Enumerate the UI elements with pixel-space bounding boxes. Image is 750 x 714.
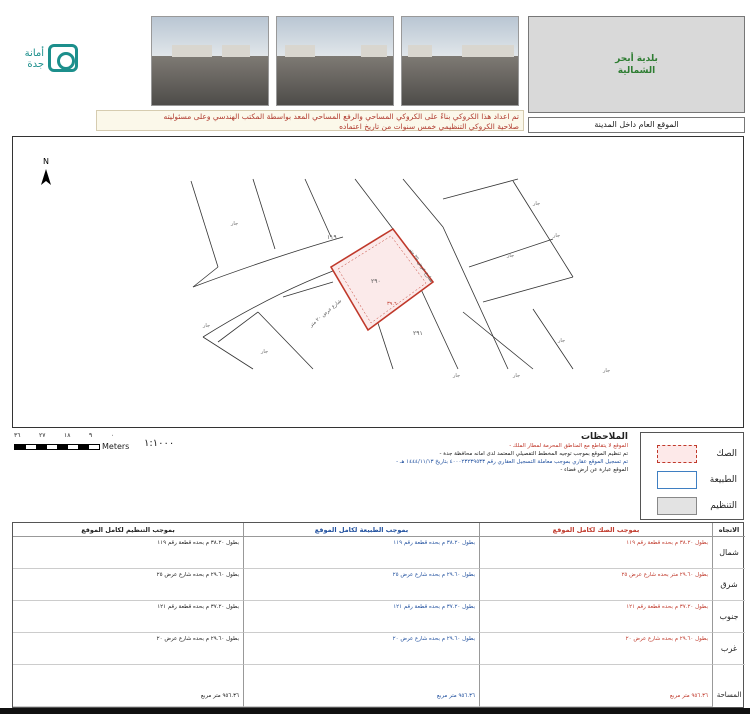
notes-title: الملاحظات [580, 432, 628, 442]
bottom-strip [0, 708, 750, 714]
header-plan: بموجب التنظيم لكامل الموقع [13, 523, 244, 537]
nature-swatch [657, 471, 697, 489]
scale-tick: ١٨ [63, 432, 71, 439]
street-label-west: شارع عرض ٢٠ متر [308, 298, 343, 329]
neighbor-plot-south: ٢٩١ [413, 330, 423, 337]
municipality-name: بلدية أبحر [615, 53, 658, 64]
neighbor-label-1: جار [230, 221, 238, 227]
notice-line-2: صلاحية الكروكي التنظيمي خمس سنوات من تار… [339, 121, 519, 131]
row-east-deed: بطول ٢٩.٦٠ متر بحده شارع عرض ٢٥ [480, 569, 713, 601]
legend-item-nature: الطبيعة [657, 471, 737, 489]
legend-label-deed: الصك [716, 449, 737, 459]
row-south-deed: بطول ٣٧.٢٠ م بحده قطعة رقم ١٢١ [480, 601, 713, 633]
row-north-nature: بطول ٣٨.٢٠ م بحده قطعة رقم ١١٩ [244, 537, 480, 569]
legend-label-nature: الطبيعة [709, 475, 737, 485]
neighbor-label-6: جار [602, 368, 610, 374]
jeddah-municipality-logo: أمانة جدة [16, 44, 78, 78]
row-north-deed: بطول ٣٨.٢٠ م بحده قطعة رقم ١١٩ [480, 537, 713, 569]
neighbor-label-7: جار [260, 349, 268, 355]
scale-area: ٣٦ ٢٧ ١٨ ٩ ٠ Meters ١:١٠٠٠ [12, 432, 220, 520]
deed-swatch [657, 445, 697, 463]
neighbor-label-5: جار [557, 338, 565, 344]
legend-label-plan: التنظيم [710, 501, 737, 511]
municipality-box: بلدية أبحر الشمالية [528, 16, 745, 113]
municipality-region: الشمالية [617, 65, 656, 76]
location-label: الموقع العام داخل المدينة [528, 117, 745, 133]
north-arrow-icon: N [41, 157, 51, 185]
neighbor-plot-north: ١١٩ [327, 234, 337, 241]
scale-tick: ٠ [110, 432, 114, 439]
row-east-plan: بطول ٢٩.٦٠ م بحده شارع عرض ٢٥ [13, 569, 244, 601]
note-line: - تم تنظيم الموقع بموجب توجيه المخطط الت… [439, 451, 628, 457]
neighbor-label-10: جار [512, 373, 520, 379]
legend: الصك الطبيعة التنظيم [640, 432, 744, 520]
plot-number: ٢٩٠ [371, 278, 381, 285]
site-photo-1 [151, 16, 269, 106]
plan-swatch [657, 497, 697, 515]
row-north-plan: بطول ٣٨.٢٠ م بحده قطعة رقم ١١٩ [13, 537, 244, 569]
row-north-direction: شمال [713, 537, 745, 569]
scale-tick: ٩ [88, 432, 93, 439]
row-south-direction: جنوب [713, 601, 745, 633]
plot-map: N ٢٩٠ ٣٩.٦٠ ١١٩ ٢٩١ شارع عرض ٢٥ متر شارع… [12, 136, 744, 428]
area-plan: ٩٥٦.٣٦ متر مربع [13, 665, 244, 707]
scale-unit: Meters [102, 442, 130, 451]
row-west-direction: غرب [713, 633, 745, 665]
neighbor-label-4: جار [552, 233, 560, 239]
disclaimer-notice: تم اعداد هذا الكروكي بناءً على الكروكي ا… [96, 110, 524, 131]
legend-item-plan: التنظيم [657, 497, 737, 515]
header-nature: بموجب الطبيعة لكامل الموقع [244, 523, 480, 537]
note-line: - تم تسجيل الموقع عقاري بموجب معاملة الت… [396, 459, 628, 465]
notes-section: الملاحظات - الموقع لا يتقاطع مع المناطق … [380, 432, 636, 520]
legend-item-deed: الصك [657, 445, 737, 463]
logo-text: أمانة جدة [24, 48, 44, 70]
logo-mark-icon [48, 44, 78, 72]
boundaries-table: بموجب التنظيم لكامل الموقع بموجب الطبيعة… [12, 522, 745, 708]
scale-ratio: ١:١٠٠٠ [144, 438, 175, 449]
row-south-nature: بطول ٣٧.٢٠ م بحده قطعة رقم ١٢١ [244, 601, 480, 633]
survey-sketch-page: أمانة جدة بلدية أبحر الشمالية تم اعداد ه… [0, 0, 750, 714]
area-deed: ٩٥٦.٣٦ متر مربع [480, 665, 713, 707]
north-label: N [43, 157, 49, 166]
site-photo-3 [401, 16, 519, 106]
site-photo-2 [276, 16, 394, 106]
area-nature: ٩٥٦.٣٦ متر مربع [244, 665, 480, 707]
note-line: - الموقع عبارة عن أرض فضاء [560, 467, 628, 473]
row-east-direction: شرق [713, 569, 745, 601]
row-west-nature: بطول ٢٩.٦٠ م بحده شارع عرض ٢٠ [244, 633, 480, 665]
header-direction: الاتجاه [713, 523, 745, 537]
scale-tick: ٢٧ [38, 432, 46, 439]
neighbor-label-2: جار [532, 201, 540, 207]
plot-map-drawing: N ٢٩٠ ٣٩.٦٠ ١١٩ ٢٩١ شارع عرض ٢٥ متر شارع… [41, 157, 610, 379]
scale-tick: ٣٦ [14, 432, 21, 439]
row-east-nature: بطول ٢٩.٦٠ م بحده شارع عرض ٢٥ [244, 569, 480, 601]
row-south-plan: بطول ٣٧.٢٠ م بحده قطعة رقم ١٢١ [13, 601, 244, 633]
header-deed: بموجب الصك لكامل الموقع [480, 523, 713, 537]
row-west-deed: بطول ٢٩.٦٠ م بحده شارع عرض ٢٠ [480, 633, 713, 665]
neighbor-label-3: جار [506, 253, 514, 259]
neighbor-label-8: جار [202, 323, 210, 329]
note-line: - الموقع لا يتقاطع مع المناطق المحرمة لم… [509, 443, 628, 449]
notice-line-1: تم اعداد هذا الكروكي بناءً على الكروكي ا… [163, 112, 519, 121]
scale-bar [14, 444, 100, 450]
subject-plot-outline [329, 227, 435, 332]
row-west-plan: بطول ٢٩.٦٠ م بحده شارع عرض ٢٠ [13, 633, 244, 665]
neighbor-label-9: جار [452, 373, 460, 379]
area-label: المساحة [716, 691, 742, 699]
scale-ticks: ٣٦ ٢٧ ١٨ ٩ ٠ [14, 432, 114, 439]
plot-side-label: ٣٩.٦٠ [387, 301, 399, 307]
